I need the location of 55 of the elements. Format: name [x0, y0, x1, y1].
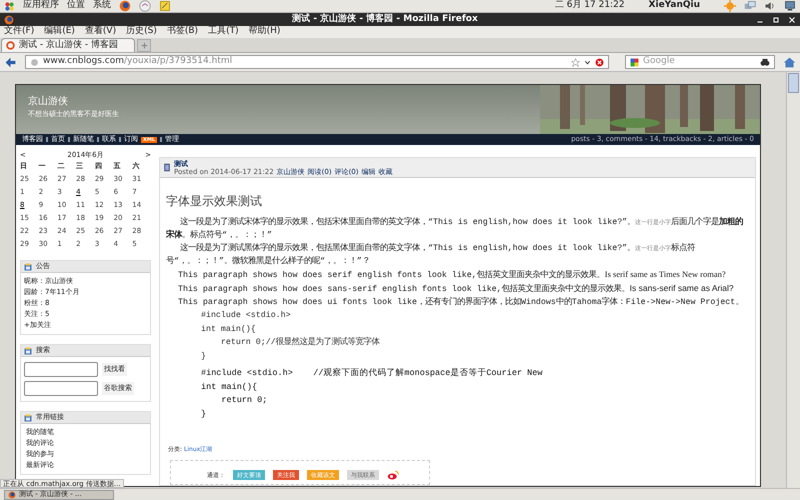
- scrollbar[interactable]: [786, 72, 800, 488]
- dropdown-icon[interactable]: [584, 58, 591, 66]
- search-field[interactable]: [24, 362, 98, 377]
- document-icon: [163, 163, 171, 172]
- menu-item[interactable]: 工具(T): [208, 25, 239, 39]
- paragraph: This paragraph shows how does serif english fonts look like,包括英文里面夹杂中文的显示效果。Is serif same as Times New roman?: [177, 268, 727, 282]
- calendar-icon: [24, 262, 32, 270]
- weibo-icon[interactable]: [387, 469, 399, 481]
- note-icon[interactable]: [159, 0, 171, 12]
- menu-item[interactable]: 帮助(H): [248, 25, 280, 39]
- nav-separator-icon: [68, 137, 70, 142]
- window-title: 测试 - 京山游侠 - 博客园 - Mozilla Firefox: [291, 12, 479, 26]
- nav-separator-icon: [97, 137, 99, 142]
- apps-icon[interactable]: [4, 0, 15, 12]
- search-input[interactable]: Google: [643, 55, 756, 69]
- menu-item[interactable]: 历史(S): [126, 25, 157, 39]
- menu-item[interactable]: 查看(V): [84, 25, 116, 39]
- post-heading: 字体显示效果测试: [166, 193, 263, 210]
- browser-icon[interactable]: [119, 0, 131, 12]
- calendar-icon: [24, 414, 32, 422]
- search-engine-icon[interactable]: [630, 58, 639, 66]
- paragraph: This paragraph shows how does ui fonts look like，还有专门的界面字体，比如Windows中的Tahoma字体：File->New->New Project。: [177, 296, 744, 309]
- panel-menu[interactable]: 系统: [93, 0, 111, 13]
- plus-icon: [140, 41, 148, 50]
- user-name[interactable]: XieYanQiu: [648, 0, 700, 13]
- close-icon[interactable]: [788, 16, 796, 24]
- code-text: #include <stdio.h> //观察下面的代码了解monospace是否等于Courier New int main(){ return 0; }: [200, 367, 544, 420]
- url-text: www.cnblogs.com/youxia/p/3793514.html: [43, 55, 234, 68]
- clock[interactable]: 二 6月 17 21:22: [554, 0, 625, 13]
- globe-icon: [30, 58, 39, 66]
- nav-separator-icon: [46, 137, 48, 142]
- monitor-icon[interactable]: [784, 0, 796, 12]
- nav-separator-icon: [119, 137, 121, 142]
- firefox-icon: [8, 490, 16, 498]
- browser-tab[interactable]: 测试 - 京山游侠 - 博客园: [1, 38, 135, 52]
- back-icon[interactable]: [4, 56, 17, 68]
- menu-item[interactable]: 编辑(E): [44, 25, 75, 39]
- paragraph: This paragraph shows how does sans-serif english fonts look like,包括英文里面夹杂中文的显示效果。Is sans-serif same as Arial?: [177, 282, 735, 296]
- menu-item[interactable]: 文件(F): [4, 25, 34, 39]
- tab-icon: [6, 41, 15, 50]
- search-field[interactable]: [24, 381, 98, 396]
- code-text: #include <stdio.h> int main(){ return 0;//很显然这是为了测试等宽字体 }: [200, 310, 381, 362]
- menu-item[interactable]: 书签(B): [166, 25, 198, 39]
- nav-separator-icon: [160, 137, 162, 142]
- volume-icon[interactable]: [764, 0, 776, 12]
- maximize-icon[interactable]: [772, 16, 780, 24]
- address-field[interactable]: www.cnblogs.com/youxia/p/3793514.html: [25, 55, 609, 69]
- star-icon[interactable]: [571, 58, 580, 66]
- search-box[interactable]: Google: [625, 55, 775, 69]
- stop-icon[interactable]: [595, 58, 604, 66]
- panel-menu[interactable]: 位置: [67, 0, 85, 13]
- firefox-icon: [4, 14, 14, 24]
- binoculars-icon[interactable]: [760, 57, 770, 67]
- calendar-icon: [24, 346, 32, 354]
- home-icon[interactable]: [783, 56, 796, 68]
